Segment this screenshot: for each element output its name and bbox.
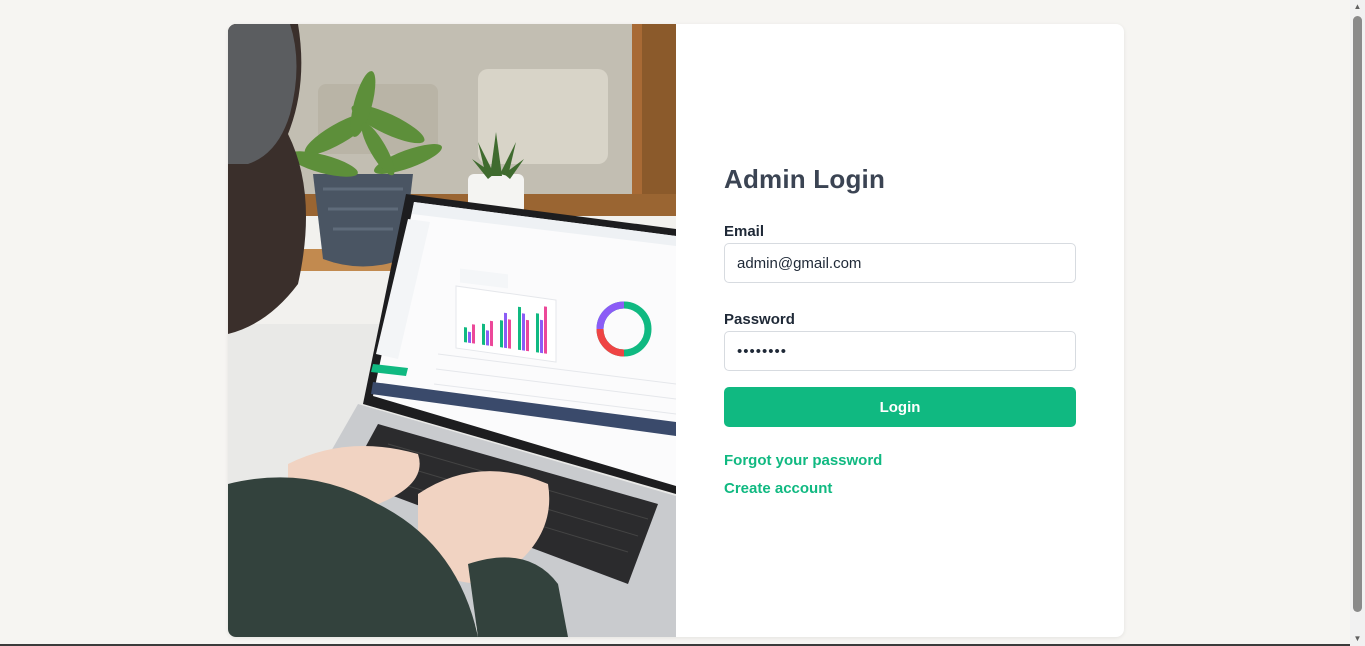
login-card: Admin Login Email Password Login Forgot …: [228, 24, 1124, 637]
page-title: Admin Login: [724, 164, 886, 194]
scroll-up-icon[interactable]: ▲: [1350, 0, 1365, 14]
hero-image: [228, 24, 676, 637]
page: Admin Login Email Password Login Forgot …: [0, 0, 1365, 646]
create-account-link[interactable]: Create account: [724, 480, 832, 497]
scroll-thumb[interactable]: [1353, 16, 1362, 612]
password-field[interactable]: [724, 331, 1076, 371]
vertical-scrollbar[interactable]: ▲ ▼: [1350, 0, 1365, 646]
login-form: Admin Login Email Password Login Forgot …: [676, 24, 1124, 637]
email-field[interactable]: [724, 243, 1076, 283]
scroll-down-icon[interactable]: ▼: [1350, 632, 1365, 646]
forgot-password-link[interactable]: Forgot your password: [724, 452, 882, 469]
email-label: Email: [724, 223, 765, 240]
password-label: Password: [724, 311, 795, 328]
login-button[interactable]: Login: [724, 387, 1076, 427]
